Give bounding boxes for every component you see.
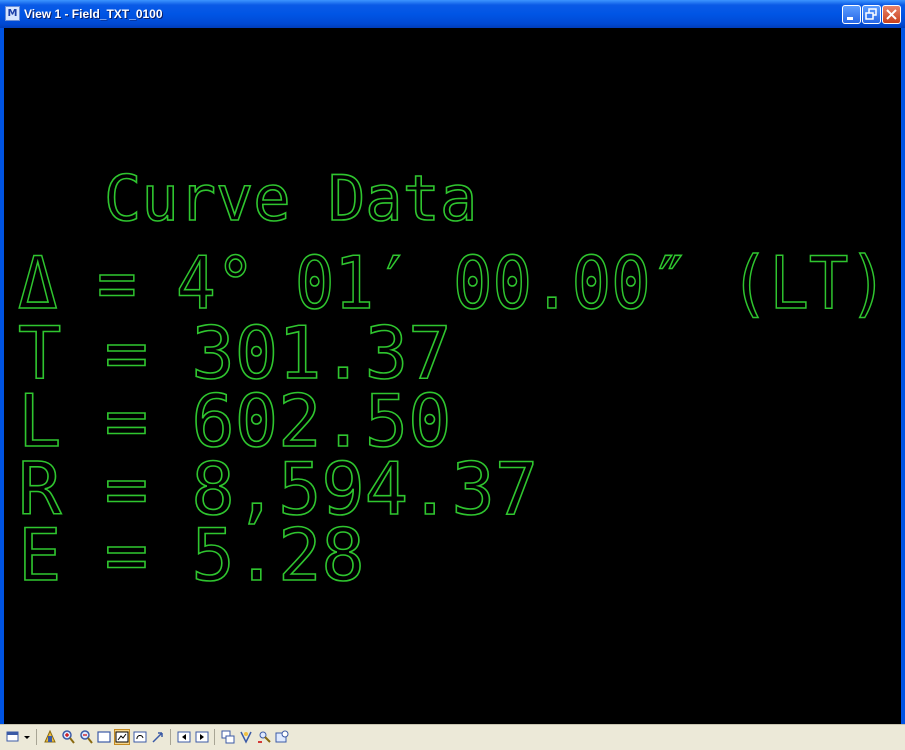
rotate-view-icon xyxy=(133,731,147,743)
toolbar-separator xyxy=(214,729,215,745)
view-next-button[interactable] xyxy=(194,729,210,745)
view-previous-icon xyxy=(177,731,191,743)
zoom-out-button[interactable] xyxy=(78,729,94,745)
fit-view-button[interactable] xyxy=(114,729,130,745)
window-title: View 1 - Field_TXT_0100 xyxy=(24,7,163,21)
camera-icon xyxy=(258,731,271,743)
update-view-icon xyxy=(44,729,56,743)
window-area-icon xyxy=(97,731,111,743)
toolbar-separator xyxy=(170,729,171,745)
change-view-perspective-icon xyxy=(240,731,252,744)
curve-data-heading: Curve Data xyxy=(104,162,477,235)
external-line: E = 5.28 xyxy=(18,513,365,597)
clip-volume-icon xyxy=(275,730,289,743)
zoom-in-icon xyxy=(62,730,75,744)
close-icon xyxy=(886,9,897,20)
window-area-button[interactable] xyxy=(96,729,112,745)
clip-volume-button[interactable] xyxy=(274,729,290,745)
close-button[interactable] xyxy=(882,5,901,24)
drawing-canvas[interactable]: Curve Data Δ = 4° 01′ 00.00″ (LT) T = 30… xyxy=(4,28,901,724)
dropdown-icon xyxy=(24,736,30,739)
view-attributes-button[interactable] xyxy=(5,729,21,745)
copy-view-button[interactable] xyxy=(220,729,236,745)
restore-icon xyxy=(865,8,877,20)
rotate-view-button[interactable] xyxy=(132,729,148,745)
pan-view-button[interactable] xyxy=(150,729,166,745)
app-icon[interactable]: M xyxy=(5,6,20,21)
view-previous-button[interactable] xyxy=(176,729,192,745)
view-control-toolbar xyxy=(0,724,905,750)
copy-view-icon xyxy=(221,730,235,744)
toolbar-separator xyxy=(36,729,37,745)
fit-view-icon xyxy=(115,731,129,743)
view-attributes-icon xyxy=(6,731,19,742)
update-view-button[interactable] xyxy=(42,729,58,745)
zoom-in-button[interactable] xyxy=(60,729,76,745)
restore-button[interactable] xyxy=(862,5,881,24)
drawing-svg: Curve Data Δ = 4° 01′ 00.00″ (LT) T = 30… xyxy=(17,161,889,598)
zoom-out-icon xyxy=(80,730,93,744)
change-view-perspective-button[interactable] xyxy=(238,729,254,745)
view-window: M View 1 - Field_TXT_0100 Curve Data Δ =… xyxy=(0,0,905,750)
minimize-icon xyxy=(847,17,853,20)
view-attributes-dropdown[interactable] xyxy=(22,729,32,745)
camera-button[interactable] xyxy=(256,729,272,745)
pan-view-icon xyxy=(152,732,163,743)
minimize-button[interactable] xyxy=(842,5,861,24)
view-next-icon xyxy=(195,731,209,743)
title-bar[interactable]: M View 1 - Field_TXT_0100 xyxy=(0,0,905,28)
